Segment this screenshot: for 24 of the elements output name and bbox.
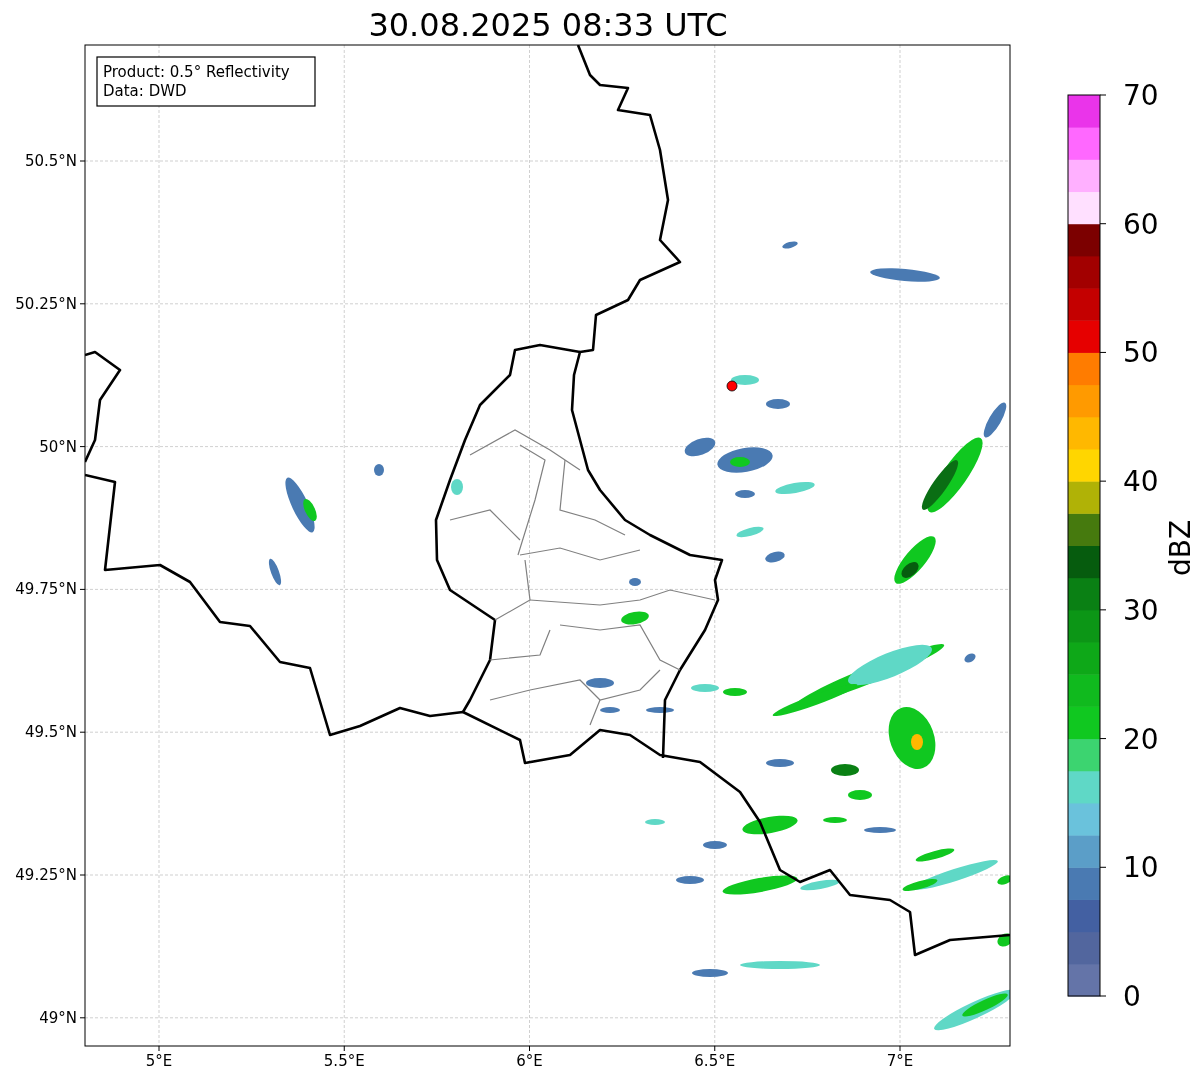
- latitude-label: 49.75°N: [15, 580, 77, 599]
- longitude-label: 6.5°E: [694, 1052, 736, 1070]
- longitude-label: 5.5°E: [323, 1052, 365, 1070]
- latitude-label: 50.25°N: [15, 294, 77, 313]
- colorbar-tick-label: 70: [1123, 79, 1159, 112]
- latitude-label: 49.5°N: [24, 723, 77, 742]
- info-text: Data: DWD: [103, 82, 187, 100]
- latitude-label: 49°N: [39, 1008, 77, 1027]
- longitude-label: 5°E: [145, 1052, 173, 1070]
- info-text: Product: 0.5° Reflectivity: [103, 63, 290, 81]
- colorbar-tick-label: 20: [1123, 722, 1159, 756]
- colorbar-tick-label: 60: [1123, 207, 1159, 241]
- colorbar-tick-label: 0: [1123, 980, 1141, 1013]
- longitude-label: 7°E: [886, 1052, 914, 1070]
- latitude-label: 50°N: [39, 437, 77, 456]
- longitude-label: 6°E: [516, 1052, 543, 1070]
- latitude-label: 49.25°N: [15, 866, 77, 884]
- colorbar-tick-label: 10: [1123, 851, 1159, 885]
- colorbar-tick-label: 30: [1123, 593, 1159, 627]
- chart-title: 30.08.2025 08:33 UTC: [368, 6, 728, 44]
- colorbar-label: dBZ: [1164, 519, 1197, 577]
- latitude-label: 50.5°N: [24, 152, 77, 170]
- colorbar-tick-label: 40: [1123, 465, 1159, 499]
- colorbar-tick-label: 50: [1123, 336, 1159, 370]
